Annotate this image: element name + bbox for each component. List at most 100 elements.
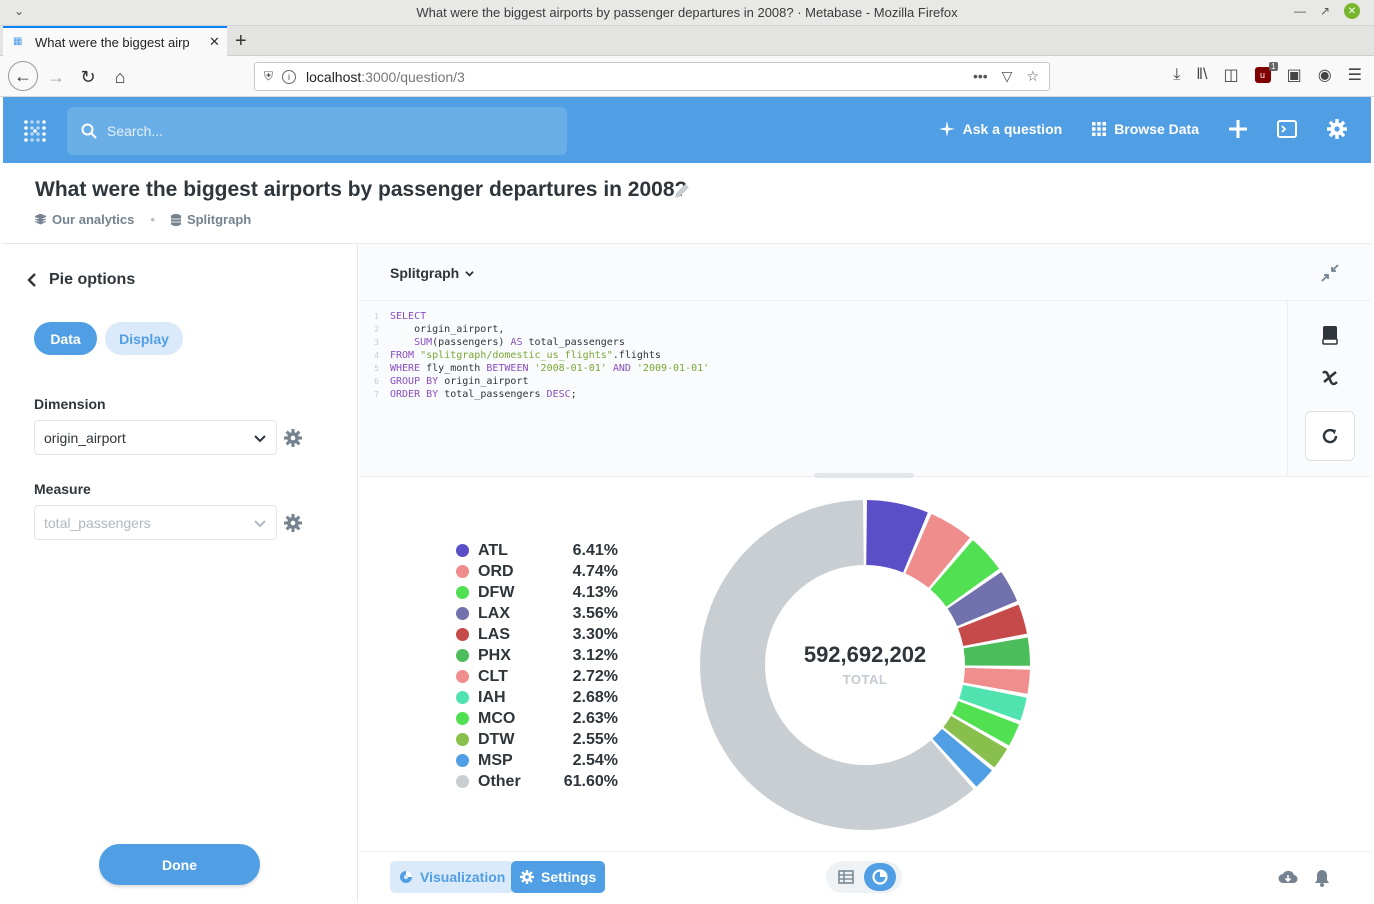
ask-question-button[interactable]: Ask a question xyxy=(938,121,1063,137)
run-query-button[interactable] xyxy=(1305,411,1355,461)
breadcrumb-separator: • xyxy=(150,212,155,227)
reload-icon[interactable]: ↻ xyxy=(74,63,102,91)
minimize-icon[interactable]: — xyxy=(1294,4,1306,18)
legend-swatch xyxy=(456,544,469,557)
legend-item[interactable]: ATL 6.41% xyxy=(456,540,618,561)
ublock-icon[interactable]: u1 xyxy=(1254,62,1278,83)
legend-item[interactable]: ORD 4.74% xyxy=(456,561,618,582)
legend-item[interactable]: MCO 2.63% xyxy=(456,708,618,729)
legend-swatch xyxy=(456,733,469,746)
chart-view-toggle[interactable] xyxy=(864,863,896,891)
editor-side-rail xyxy=(1287,301,1371,476)
legend-item[interactable]: PHX 3.12% xyxy=(456,645,618,666)
sidebar-icon[interactable]: ◫ xyxy=(1223,65,1238,85)
bookmark-star-icon[interactable]: ☆ xyxy=(1026,68,1039,85)
forward-icon[interactable]: → xyxy=(42,63,70,91)
code-token: .flights xyxy=(612,350,661,361)
browse-data-label: Browse Data xyxy=(1114,121,1199,137)
view-toggle xyxy=(826,861,902,893)
window-menu-icon[interactable]: ⌄ xyxy=(14,4,24,18)
chevron-down-icon xyxy=(465,270,474,277)
legend-swatch xyxy=(456,586,469,599)
code-token: fly_month xyxy=(420,363,487,374)
code-token: ORDER BY xyxy=(390,389,439,400)
site-info-icon[interactable]: i xyxy=(282,69,297,84)
legend-label: Other xyxy=(478,772,521,790)
line-number: 2 xyxy=(374,325,379,334)
visualization-button[interactable]: Visualization xyxy=(390,861,515,893)
account-icon[interactable]: ◉ xyxy=(1318,65,1332,85)
window-titlebar: ⌄ What were the biggest airports by pass… xyxy=(0,0,1374,26)
browser-tab[interactable]: ▦ What were the biggest airp ✕ xyxy=(3,26,227,56)
legend-label: MCO xyxy=(478,709,516,727)
legend-percent: 4.74% xyxy=(572,562,618,580)
pocket-icon[interactable]: ▽ xyxy=(1002,68,1013,85)
url-bar[interactable]: ⛨ i localhost:3000/question/3 ••• ▽ ☆ xyxy=(254,62,1050,91)
tab-data[interactable]: Data xyxy=(34,322,97,355)
plus-icon[interactable] xyxy=(1229,120,1247,138)
maximize-icon[interactable]: ↗ xyxy=(1320,4,1330,18)
browse-data-button[interactable]: Browse Data xyxy=(1092,121,1199,137)
code-token: SUM xyxy=(414,337,433,348)
settings-gear-icon[interactable] xyxy=(1327,119,1347,139)
database-picker[interactable]: Splitgraph xyxy=(390,265,474,281)
legend-item[interactable]: LAX 3.56% xyxy=(456,603,618,624)
container-icon[interactable]: ▣ xyxy=(1287,65,1302,85)
legend-swatch xyxy=(456,628,469,641)
tab-close-icon[interactable]: ✕ xyxy=(209,34,220,50)
sql-editor-icon[interactable] xyxy=(1277,120,1297,138)
legend-item[interactable]: MSP 2.54% xyxy=(456,750,618,771)
data-reference-book-icon[interactable] xyxy=(1320,325,1340,345)
browser-navbar: ← → ↻ ⌂ ⛨ i localhost:3000/question/3 ••… xyxy=(0,56,1374,97)
legend-item[interactable]: LAS 3.30% xyxy=(456,624,618,645)
close-window-icon[interactable]: ✕ xyxy=(1344,3,1360,19)
tracking-shield-icon[interactable]: ⛨ xyxy=(264,69,273,84)
breadcrumb-collection[interactable]: Our analytics xyxy=(52,212,134,227)
measure-settings-gear-icon[interactable] xyxy=(284,514,302,532)
back-icon[interactable]: ← xyxy=(8,61,38,91)
settings-button[interactable]: Settings xyxy=(511,861,606,893)
code-token: "splitgraph/domestic_us_flights" xyxy=(420,350,613,361)
legend-item[interactable]: Other 61.60% xyxy=(456,771,618,792)
page-actions-icon[interactable]: ••• xyxy=(973,68,988,85)
sidebar-back-button[interactable]: Pie options xyxy=(27,271,135,289)
legend-item[interactable]: DTW 2.55% xyxy=(456,729,618,750)
window-controls: — ↗ ✕ xyxy=(1294,3,1360,19)
collapse-editor-icon[interactable] xyxy=(1321,264,1339,282)
question-title[interactable]: What were the biggest airports by passen… xyxy=(35,178,687,202)
url-text[interactable]: localhost:3000/question/3 xyxy=(306,69,465,85)
legend-percent: 6.41% xyxy=(572,541,618,559)
chart-total-label: TOTAL xyxy=(842,672,888,687)
new-tab-icon[interactable]: + xyxy=(235,30,247,53)
legend-item[interactable]: IAH 2.68% xyxy=(456,687,618,708)
dimension-select[interactable]: origin_airport xyxy=(34,420,277,455)
code-token: '2009-01-01' xyxy=(636,363,710,374)
library-icon[interactable]: ‖\ xyxy=(1196,66,1207,84)
table-view-icon[interactable] xyxy=(838,869,854,885)
visualization-label: Visualization xyxy=(420,869,506,885)
search-input[interactable]: Search... xyxy=(67,107,567,155)
tab-title: What were the biggest airp xyxy=(35,34,190,50)
breadcrumb-database[interactable]: Splitgraph xyxy=(187,212,251,227)
database-picker-label: Splitgraph xyxy=(390,265,460,281)
tab-display[interactable]: Display xyxy=(105,322,183,355)
alert-bell-icon[interactable] xyxy=(1312,868,1332,888)
variables-icon[interactable] xyxy=(1320,367,1340,387)
legend-item[interactable]: CLT 2.72% xyxy=(456,666,618,687)
download-icon[interactable] xyxy=(1278,868,1298,888)
ask-question-label: Ask a question xyxy=(962,121,1063,137)
done-button[interactable]: Done xyxy=(99,844,260,885)
dimension-settings-gear-icon[interactable] xyxy=(284,429,302,447)
sql-editor[interactable]: 1 SELECT 2 origin_airport, 3 SUM(passengers… xyxy=(359,301,1287,476)
metabase-logo-icon[interactable] xyxy=(23,119,47,143)
home-icon[interactable]: ⌂ xyxy=(106,63,134,91)
legend-item[interactable]: DFW 4.13% xyxy=(456,582,618,603)
code-token: total_passengers xyxy=(522,337,625,348)
measure-select[interactable]: total_passengers xyxy=(34,505,277,540)
downloads-icon[interactable]: ⤓ xyxy=(1173,66,1180,84)
hamburger-menu-icon[interactable]: ☰ xyxy=(1348,65,1362,85)
code-text: FROM "splitgraph/domestic_us_flights".fl… xyxy=(390,349,661,362)
editor-resize-handle[interactable] xyxy=(814,473,914,478)
pencil-icon[interactable] xyxy=(672,181,692,201)
legend-percent: 2.54% xyxy=(572,751,618,769)
